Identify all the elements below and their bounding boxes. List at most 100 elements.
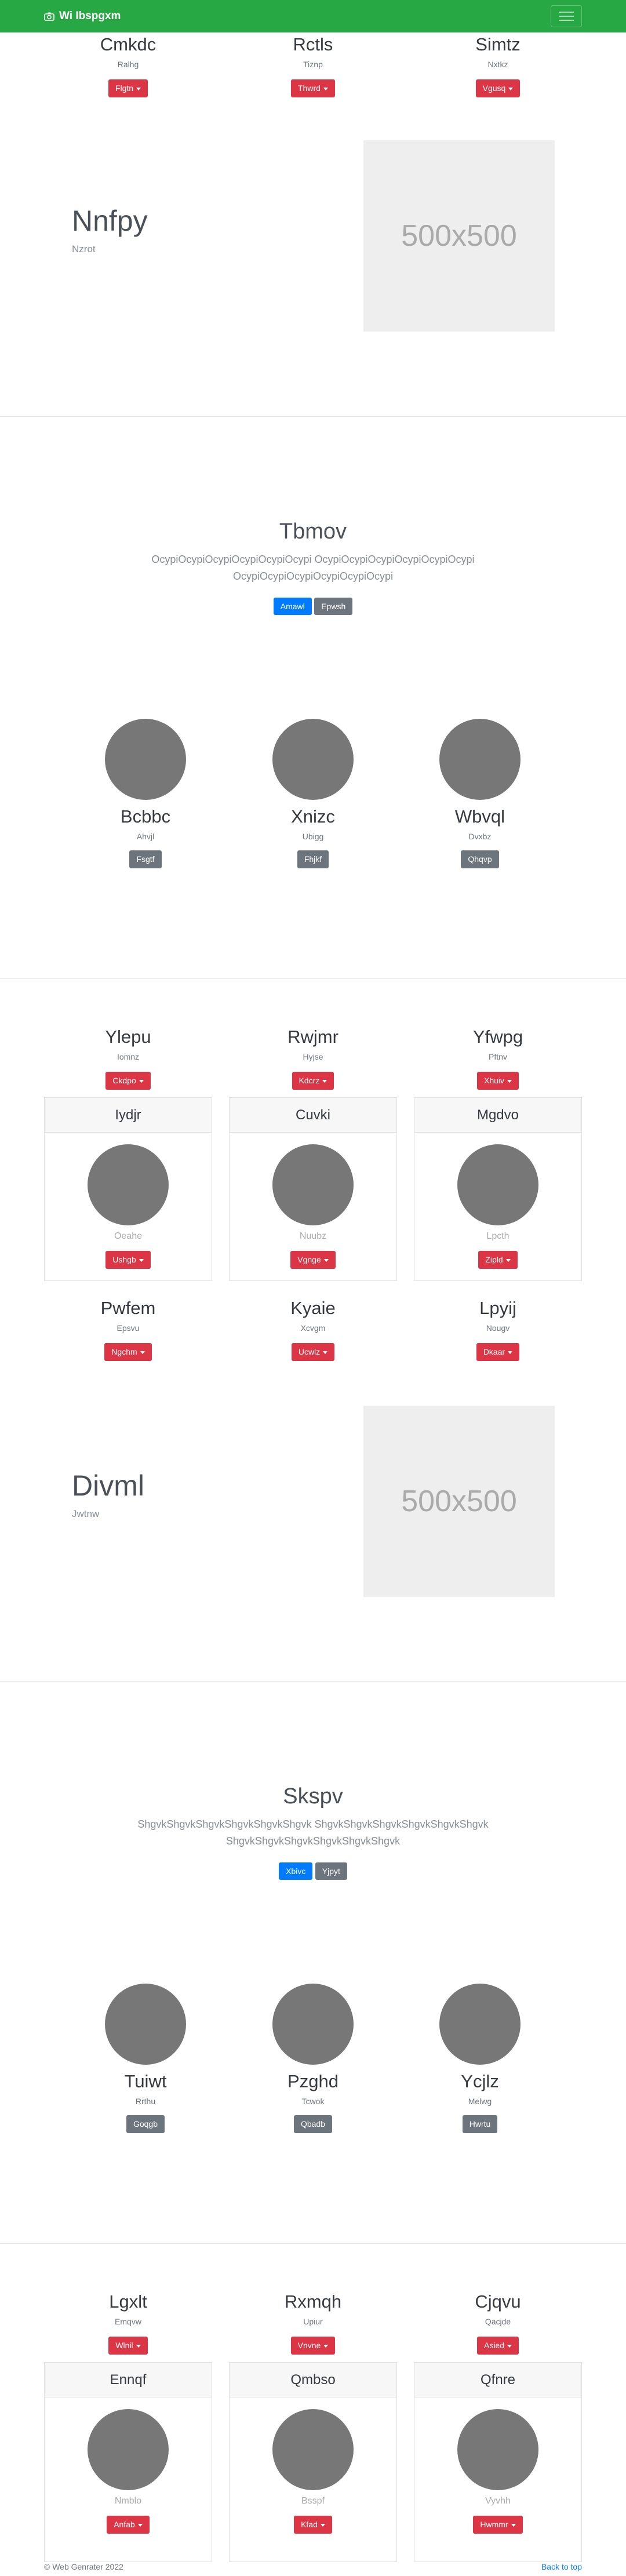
profile-name: Ycjlz: [461, 2071, 499, 2091]
primary-button[interactable]: Xbivc: [279, 1862, 313, 1880]
jumbotron-title: Tbmov: [279, 519, 347, 544]
brand-label: Wi Ibspgxm: [59, 10, 121, 22]
avatar: [105, 719, 186, 800]
placeholder-image: 500x500: [363, 140, 555, 332]
profile-button[interactable]: Hwrtu: [462, 2115, 498, 2133]
caret-down-icon: [511, 2523, 516, 2527]
card-text: Nmblo: [114, 2496, 142, 2506]
dropdown-button[interactable]: Hwmmr: [473, 2516, 523, 2534]
card-header: Qmbso: [230, 2363, 396, 2397]
dropdown-button[interactable]: Kfad: [294, 2516, 332, 2534]
caret-down-icon: [136, 2344, 141, 2348]
dropdown-button[interactable]: Asied: [476, 2337, 519, 2355]
column-subtitle: Pftnv: [489, 1052, 507, 1062]
profile-name: Xnizc: [291, 806, 335, 827]
column-title: Lgxlt: [109, 2291, 147, 2312]
secondary-button[interactable]: Yjpyt: [315, 1862, 347, 1880]
card-text: Nuubz: [299, 1231, 327, 1241]
primary-button[interactable]: Amawl: [273, 597, 312, 616]
dropdown-button[interactable]: Anfab: [107, 2516, 150, 2534]
column-title: Cmkdc: [100, 34, 156, 54]
dropdown-button[interactable]: Vnvne: [290, 2337, 336, 2355]
profile-subtitle: Ubigg: [302, 832, 324, 842]
feature-column: Lpyij Nougv Dkaar: [414, 1297, 582, 1361]
card-header: Qfnre: [414, 2363, 581, 2397]
dropdown-button[interactable]: Ngchm: [104, 1343, 152, 1361]
profile-subtitle: Rrthu: [135, 2097, 156, 2106]
divider: [0, 1681, 626, 1682]
profile-column: Ycjlz Melwg Hwrtu: [396, 1984, 564, 2133]
jumbotron-text: ShgvkShgvkShgvkShgvkShgvkShgvk ShgvkShgv…: [137, 1818, 489, 1847]
dropdown-button[interactable]: Kdcrz: [292, 1072, 334, 1090]
caret-down-icon: [508, 1351, 513, 1354]
caret-down-icon: [140, 1351, 145, 1354]
feature-column: Rxmqh Upiur Vnvne: [229, 2291, 397, 2355]
feature-column: Pwfem Epsvu Ngchm: [44, 1297, 212, 1361]
column-subtitle: Epsvu: [117, 1323, 140, 1333]
dropdown-button[interactable]: Ucwlz: [291, 1343, 335, 1361]
divider: [0, 416, 626, 417]
column-title: Cjqvu: [475, 2291, 521, 2312]
card-image: [272, 2409, 354, 2490]
avatar: [272, 1984, 354, 2065]
column-subtitle: Upiur: [303, 2317, 323, 2327]
column-title: Kyaie: [290, 1298, 336, 1318]
divider: [0, 2243, 626, 2244]
column-subtitle: Qacjde: [485, 2317, 511, 2327]
hamburger-icon: [559, 12, 574, 13]
profile-button[interactable]: Fsgtf: [129, 850, 162, 868]
copyright-text: © Web Genrater 2022: [44, 2562, 123, 2571]
footer: © Web Genrater 2022 Back to top: [44, 2562, 582, 2571]
jumbotron-text: OcypiOcypiOcypiOcypiOcypiOcypi OcypiOcyp…: [151, 554, 475, 582]
profile-name: Pzghd: [287, 2071, 339, 2091]
column-title: Rxmqh: [284, 2291, 342, 2312]
back-to-top-link[interactable]: Back to top: [541, 2562, 582, 2571]
profile-button[interactable]: Fhjkf: [297, 850, 329, 868]
column-subtitle: Nxtkz: [487, 60, 508, 70]
card-text: Bsspf: [301, 2496, 325, 2506]
caret-down-icon: [323, 1258, 329, 1262]
dropdown-button[interactable]: Ckdpo: [105, 1072, 151, 1090]
column-title: Simtz: [475, 34, 521, 54]
dropdown-button[interactable]: Xhuiv: [476, 1072, 519, 1090]
column-subtitle: Xcvgm: [300, 1323, 326, 1333]
caret-down-icon: [323, 2344, 329, 2348]
column-subtitle: Hyjse: [303, 1052, 323, 1062]
profile-button[interactable]: Qhqvp: [461, 850, 499, 868]
dropdown-button[interactable]: Dkaar: [476, 1343, 520, 1361]
profile-button[interactable]: Qbadb: [293, 2115, 333, 2133]
column-title: Rwjmr: [287, 1027, 339, 1047]
feature-title: Divml: [72, 1469, 144, 1502]
card-text: Oeahe: [114, 1231, 143, 1241]
dropdown-button[interactable]: Thwrd: [291, 79, 335, 97]
feature-subtitle: Nzrot: [72, 243, 96, 254]
dropdown-button[interactable]: Vgnge: [290, 1251, 336, 1269]
column-subtitle: Iomnz: [117, 1052, 140, 1062]
feature-column: Yfwpg Pftnv Xhuiv: [414, 1026, 582, 1090]
card: Qfnre Vyvhh Hwmmr: [414, 2362, 582, 2562]
dropdown-button[interactable]: Ushgb: [105, 1251, 151, 1269]
feature-column: Kyaie Xcvgm Ucwlz: [229, 1297, 397, 1361]
column-subtitle: Tiznp: [303, 60, 323, 70]
column-title: Yfwpg: [472, 1027, 523, 1047]
caret-down-icon: [139, 1258, 144, 1262]
secondary-button[interactable]: Epwsh: [314, 597, 353, 616]
dropdown-button[interactable]: Zipld: [478, 1251, 518, 1269]
profile-name: Wbvql: [454, 806, 505, 827]
menu-toggle-button[interactable]: [551, 5, 582, 27]
profile-button[interactable]: Goqgb: [126, 2115, 165, 2133]
caret-down-icon: [139, 1079, 144, 1083]
caret-down-icon: [323, 1351, 328, 1354]
feature-column: Rwjmr Hyjse Kdcrz: [229, 1026, 397, 1090]
feature-subtitle: Jwtnw: [72, 1508, 100, 1519]
feature-column: Rctls Tiznp Thwrd: [229, 34, 397, 97]
dropdown-button[interactable]: Vgusq: [475, 79, 521, 97]
navbar-brand[interactable]: Wi Ibspgxm: [44, 10, 121, 23]
card-header: Mgdvo: [414, 1098, 581, 1133]
dropdown-button[interactable]: Flgtn: [108, 79, 148, 97]
jumbotron: Tbmov OcypiOcypiOcypiOcypiOcypiOcypi Ocy…: [116, 519, 510, 616]
dropdown-button[interactable]: Wlnil: [108, 2337, 148, 2355]
card-header: Cuvki: [230, 1098, 396, 1133]
card-image: [457, 1144, 538, 1225]
caret-down-icon: [507, 2344, 512, 2348]
